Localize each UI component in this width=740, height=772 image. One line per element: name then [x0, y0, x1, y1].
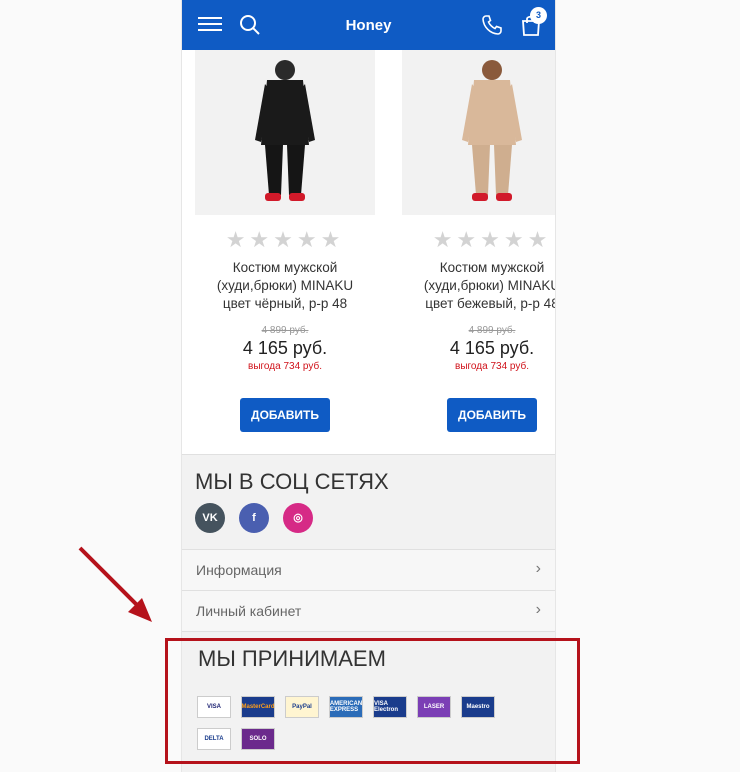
annotation-arrow — [78, 546, 152, 622]
page: Honey 3 ★★★★★ Костюм мужской (худи,брюки… — [0, 0, 740, 772]
